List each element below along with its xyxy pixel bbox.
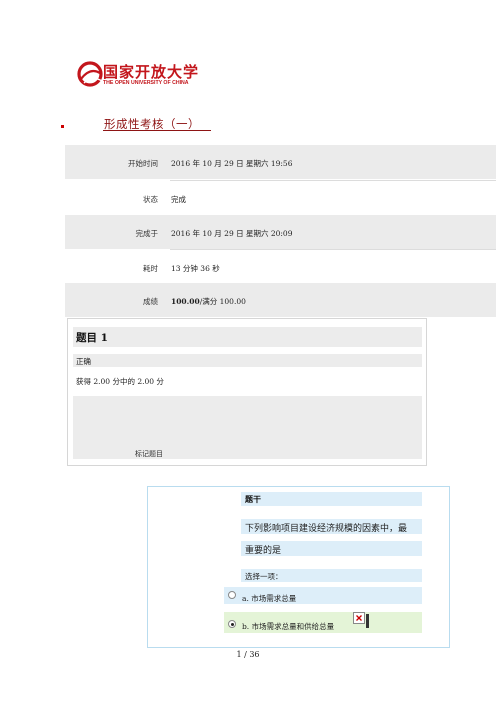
status-band [73,354,422,367]
option-a-radio[interactable] [228,591,236,599]
flag-area [73,396,422,459]
summary-label: 成绩 [143,297,158,306]
summary-value: 13 分钟 36 秒 [171,264,220,273]
stem-header-band [241,492,422,506]
grade-max: /满分 100.00 [199,297,246,306]
option-b-radio[interactable] [228,620,236,628]
stem-header: 题干 [245,494,261,504]
summary-label: 耗时 [143,264,158,273]
question-title: 题目 1 [76,332,108,344]
title-underline [103,130,211,131]
cursor-mark [366,614,369,628]
choose-one-label: 选择一项： [245,572,283,581]
summary-row-grade: 成绩 100.00/满分 100.00 [65,283,496,317]
summary-label: 完成于 [135,229,159,238]
summary-value: 完成 [171,195,186,204]
question-text-line-2: 重要的是 [245,546,282,556]
summary-value: 2016 年 10 月 29 日 星期六 19:56 [171,159,293,168]
logo-name-cn: 国家开放大学 [103,63,200,81]
page-number: 1 / 36 [236,650,260,659]
summary-row-duration: 耗时 13 分钟 36 秒 [65,250,496,284]
summary-label: 开始时间 [128,159,158,168]
grade-score: 100.00 [171,297,200,306]
question-header [73,327,422,347]
summary-row-completed: 完成于 2016 年 10 月 29 日 星期六 20:09 [65,215,496,249]
option-b-label[interactable]: b. 市场需求总量和供给总量 [242,621,334,632]
flag-question-link[interactable]: 标记题目 [135,449,163,459]
question-status: 正确 [76,357,91,366]
broken-image-icon [353,612,365,624]
summary-value: 2016 年 10 月 29 日 星期六 20:09 [171,229,293,238]
summary-row-start-time: 开始时间 2016 年 10 月 29 日 星期六 19:56 [65,145,496,179]
bullet-icon [61,125,64,128]
option-a-label[interactable]: a. 市场需求总量 [242,593,296,604]
summary-value: 100.00/满分 100.00 [171,296,246,307]
question-text-line-1: 下列影响项目建设经济规模的因素中，最 [245,524,408,534]
summary-row-state: 状态 完成 [65,181,496,215]
question-grade: 获得 2.00 分中的 2.00 分 [76,377,164,386]
summary-label: 状态 [143,195,158,204]
logo-name-en: THE OPEN UNIVERSITY OF CHINA [103,80,189,86]
